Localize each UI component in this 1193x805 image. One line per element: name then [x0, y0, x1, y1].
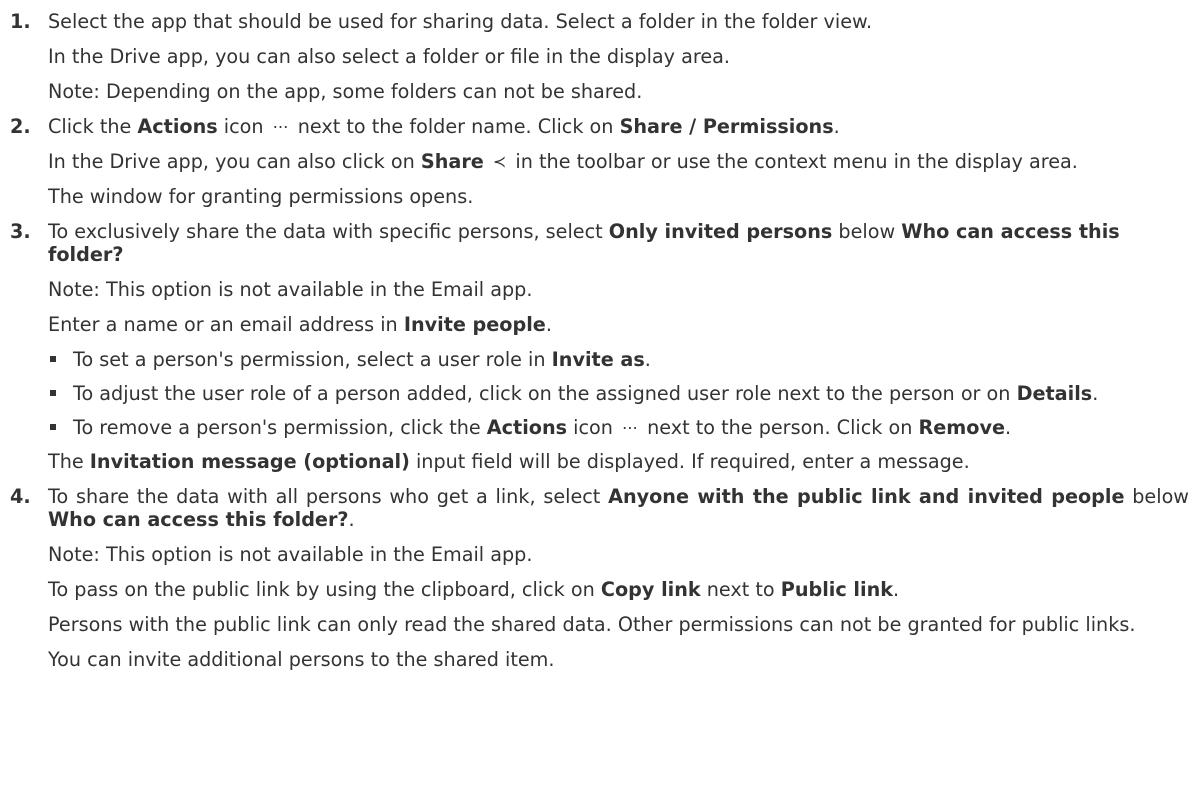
step-4: 4. To share the data with all persons wh…: [0, 485, 1193, 671]
actions-icon: ⋯: [272, 117, 289, 136]
step-number: 2.: [10, 115, 31, 138]
step-3-invitation-message: The Invitation message (optional) input …: [48, 450, 1193, 473]
text-run: .: [348, 508, 355, 531]
text-run: To exclusively share the data with speci…: [48, 220, 609, 243]
text-run: next to the folder name. Click on: [291, 115, 620, 138]
invite-people-term: Invite people: [403, 313, 546, 336]
public-link-term: Public link: [780, 578, 893, 601]
only-invited-term: Only invited persons: [608, 220, 833, 243]
step-2-result: The window for granting permissions open…: [48, 185, 474, 208]
text-run: icon: [217, 115, 264, 138]
text-run: To remove a person's permission, click t…: [73, 416, 487, 439]
copy-link-term: Copy link: [600, 578, 701, 601]
step-4-read-only: Persons with the public link can only re…: [48, 613, 1136, 636]
step-3-bullets: To set a person's permission, select a u…: [48, 348, 1193, 439]
invitation-message-term: Invitation message (optional): [89, 450, 410, 473]
text-run: below: [832, 220, 902, 243]
actions-term: Actions: [137, 115, 218, 138]
text-run: .: [833, 115, 840, 138]
text-run: .: [893, 578, 900, 601]
text-run: below: [1124, 485, 1189, 508]
text-run: input field will be displayed. If requir…: [409, 450, 970, 473]
text-run: next to the person. Click on: [641, 416, 919, 439]
text-run: To pass on the public link by using the …: [48, 578, 601, 601]
share-icon: ≺: [492, 152, 507, 171]
bullet-marker: [50, 356, 56, 362]
actions-term: Actions: [486, 416, 568, 439]
step-1-drive-note: In the Drive app, you can also select a …: [48, 45, 731, 68]
text-run: in the toolbar or use the context menu i…: [509, 150, 1078, 173]
step-4-note: Note: This option is not available in th…: [48, 543, 533, 566]
step-3-note: Note: This option is not available in th…: [48, 278, 533, 301]
text-run: next to: [700, 578, 781, 601]
text-run: In the Drive app, you can also click on: [48, 150, 421, 173]
who-can-access-term: Who can access this folder?: [48, 508, 349, 531]
step-4-invite-additional: You can invite additional persons to the…: [48, 648, 555, 671]
text-run: .: [1092, 382, 1099, 405]
text-run: icon: [567, 416, 613, 439]
step-4-text: To share the data with all persons who g…: [48, 485, 1193, 531]
actions-icon: ⋯: [622, 418, 639, 437]
list-item: To adjust the user role of a person adde…: [48, 382, 1193, 405]
step-number: 4.: [10, 485, 31, 508]
invite-as-term: Invite as: [551, 348, 645, 371]
text-run: To set a person's permission, select a u…: [73, 348, 552, 371]
step-number: 1.: [10, 10, 31, 33]
text-run: .: [1004, 416, 1012, 439]
list-item: To set a person's permission, select a u…: [48, 348, 1193, 371]
list-item: To remove a person's permission, click t…: [48, 416, 1193, 439]
step-1-text: Select the app that should be used for s…: [48, 10, 873, 33]
anyone-public-link-term: Anyone with the public link and invited …: [608, 485, 1125, 508]
step-2-text: Click the Actions icon ⋯ next to the fol…: [48, 115, 1193, 138]
remove-term: Remove: [918, 416, 1005, 439]
text-run: The: [48, 450, 90, 473]
text-run: .: [545, 313, 552, 336]
share-term: Share: [420, 150, 484, 173]
step-1-note: Note: Depending on the app, some folders…: [48, 80, 643, 103]
step-1: 1. Select the app that should be used fo…: [0, 10, 1193, 103]
bullet-marker: [50, 390, 56, 396]
step-number: 3.: [10, 220, 31, 243]
step-3-invite: Enter a name or an email address in Invi…: [48, 313, 1193, 336]
share-permissions-term: Share / Permissions: [619, 115, 834, 138]
step-3-text: To exclusively share the data with speci…: [48, 220, 1193, 266]
text-run: To share the data with all persons who g…: [48, 485, 609, 508]
text-run: Click the: [48, 115, 138, 138]
step-2-drive-text: In the Drive app, you can also click on …: [48, 150, 1193, 173]
details-term: Details: [1016, 382, 1093, 405]
step-3: 3. To exclusively share the data with sp…: [0, 220, 1193, 473]
text-run: Enter a name or an email address in: [48, 313, 404, 336]
instructions-document: 1. Select the app that should be used fo…: [0, 0, 1193, 671]
text-run: To adjust the user role of a person adde…: [73, 382, 1017, 405]
step-4-copy-link: To pass on the public link by using the …: [48, 578, 1193, 601]
bullet-marker: [50, 424, 56, 430]
text-run: .: [644, 348, 651, 371]
step-2: 2. Click the Actions icon ⋯ next to the …: [0, 115, 1193, 208]
